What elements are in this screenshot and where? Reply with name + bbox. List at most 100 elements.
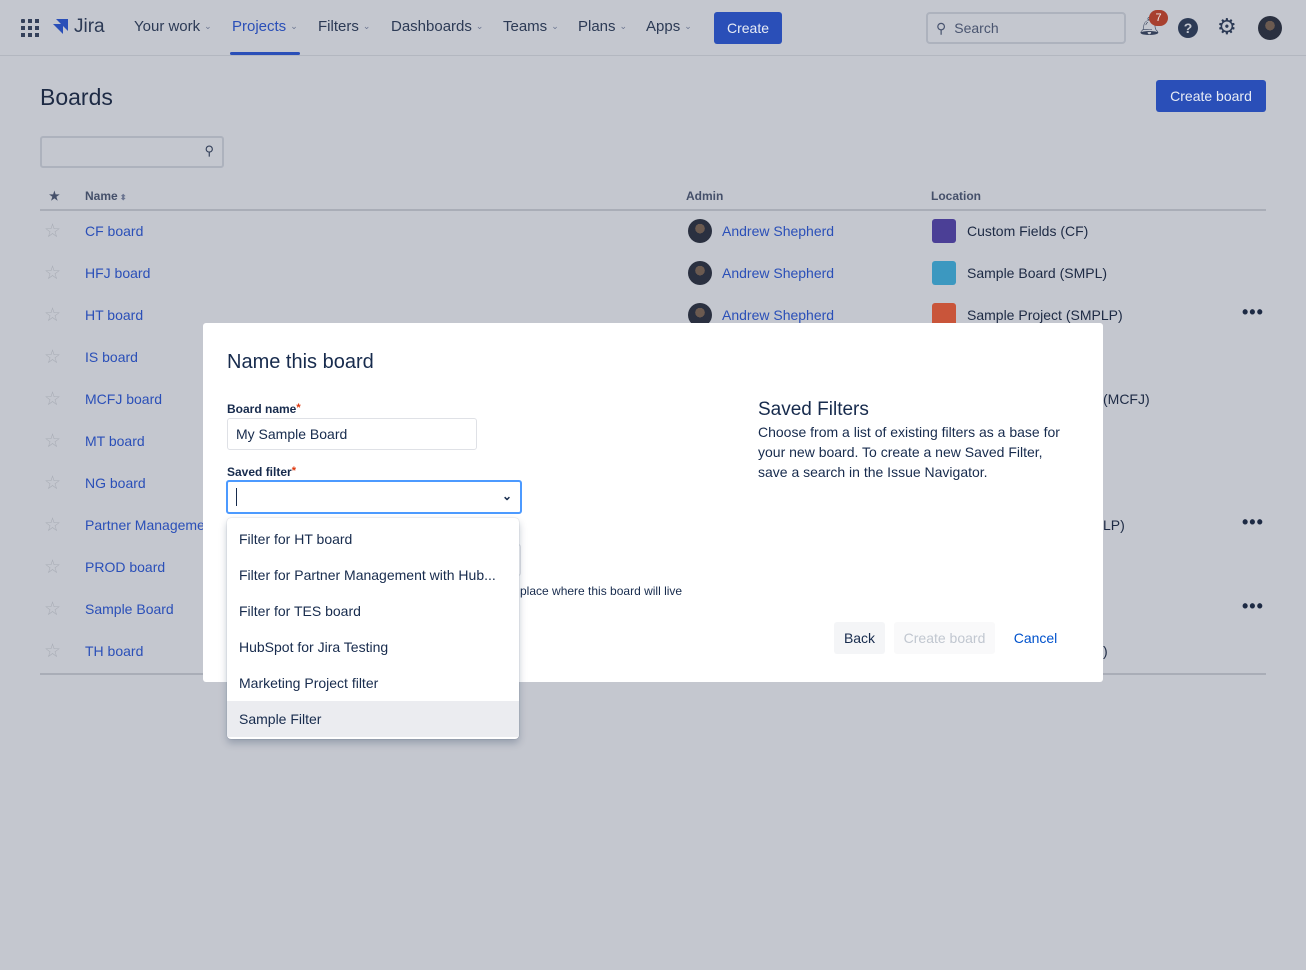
create-board-submit-button[interactable]: Create board [894,622,995,654]
star-icon[interactable]: ☆ [44,388,61,411]
app-switcher-icon[interactable] [21,19,39,37]
back-button[interactable]: Back [834,622,885,654]
location-text: LP) [1103,517,1125,533]
location-column-header: Location [931,189,981,203]
search-placeholder: Search [954,20,999,36]
user-avatar[interactable] [1258,16,1282,40]
nav-plans[interactable]: Plans ⌄ [578,18,627,35]
nav-label: Apps [646,18,681,35]
star-icon[interactable]: ☆ [44,514,61,537]
settings-gear-icon[interactable]: ⚙ [1217,14,1237,40]
board-name-link[interactable]: PROD board [85,559,165,575]
filter-option[interactable]: Sample Filter [227,701,519,737]
project-icon [932,219,956,243]
filter-option[interactable]: Filter for TES board [227,593,519,629]
chevron-down-icon: ⌄ [204,21,212,31]
star-icon[interactable]: ☆ [44,472,61,495]
star-icon[interactable]: ☆ [44,346,61,369]
required-marker: * [296,402,301,414]
board-filter-input[interactable]: ⚲ [40,136,224,168]
filter-option[interactable]: Marketing Project filter [227,665,519,701]
chevron-down-icon: ⌄ [684,21,692,31]
star-icon[interactable]: ☆ [44,220,61,243]
board-name-link[interactable]: IS board [85,349,138,365]
nav-label: Your work [134,18,201,35]
board-name-link[interactable]: Partner Manageme [85,517,205,533]
table-row: ☆ CF board Andrew Shepherd Custom Fields… [40,210,1266,252]
board-name-input[interactable]: My Sample Board [227,418,477,450]
filter-option[interactable]: HubSpot for Jira Testing [227,629,519,665]
location-text: ) [1103,643,1108,659]
name-column-header[interactable]: Name ⬍ [85,189,127,203]
saved-filters-description: Choose from a list of existing filters a… [758,424,1060,480]
chevron-down-icon: ⌄ [475,21,484,31]
search-input[interactable]: ⚲ Search [926,12,1126,44]
nav-label: Projects [232,18,287,35]
board-name-link[interactable]: NG board [85,475,146,491]
filter-option[interactable]: Filter for HT board [227,521,519,557]
location-text: Sample Board (SMPL) [967,265,1108,281]
nav-projects[interactable]: Projects ⌄ [232,18,298,35]
input-value: My Sample Board [236,426,348,442]
nav-label: Dashboards [391,18,472,35]
nav-label: Plans [578,18,616,35]
notification-count-badge: 7 [1149,10,1168,26]
nav-dashboards[interactable]: Dashboards ⌄ [391,18,483,35]
cancel-button[interactable]: Cancel [1004,622,1067,654]
starred-column-header[interactable]: ★ [49,189,60,203]
page-title: Boards [40,84,113,110]
nav-filters[interactable]: Filters ⌄ [318,18,370,35]
nav-apps[interactable]: Apps ⌄ [646,18,692,35]
chevron-down-icon: ⌄ [290,21,298,31]
search-icon: ⚲ [204,143,214,158]
admin-name-link[interactable]: Andrew Shepherd [722,265,834,281]
top-navigation: Jira Your work ⌄ Projects ⌄ Filters ⌄ Dashb… [0,0,1306,56]
admin-name-link[interactable]: Andrew Shepherd [722,223,834,239]
saved-filter-select[interactable]: ⌄ [226,480,522,514]
star-icon[interactable]: ☆ [44,262,61,285]
saved-filter-dropdown: Filter for HT board Filter for Partner Ma… [227,518,519,739]
nav-your-work[interactable]: Your work ⌄ [134,18,212,35]
admin-avatar [688,219,712,243]
board-name-link[interactable]: Sample Board [85,601,174,617]
location-text: Custom Fields (CF) [967,223,1089,239]
board-name-link[interactable]: MT board [85,433,145,449]
board-name-link[interactable]: TH board [85,643,143,659]
create-board-button[interactable]: Create board [1156,80,1266,112]
location-help-text: place where this board will live [520,584,683,598]
admin-name-link[interactable]: Andrew Shepherd [722,307,834,323]
project-icon [932,261,956,285]
active-nav-indicator [230,52,300,55]
more-actions-icon[interactable]: ••• [1242,512,1264,533]
nav-teams[interactable]: Teams ⌄ [503,18,559,35]
label-text: Saved filter [227,465,292,479]
board-name-label: Board name* [227,402,301,416]
more-actions-icon[interactable]: ••• [1242,596,1264,617]
board-name-link[interactable]: HFJ board [85,265,150,281]
chevron-down-icon: ⌄ [362,21,371,31]
star-icon[interactable]: ☆ [44,556,61,579]
location-text: (MCFJ) [1103,391,1150,407]
location-text: Sample Project (SMPLP) [967,307,1123,323]
star-icon[interactable]: ☆ [44,304,61,327]
create-button[interactable]: Create [714,12,782,44]
search-icon: ⚲ [936,19,947,36]
help-icon[interactable]: ? [1178,18,1198,38]
star-icon[interactable]: ☆ [44,640,61,663]
text-cursor [236,488,237,506]
nav-label: Teams [503,18,548,35]
star-icon[interactable]: ☆ [44,598,61,621]
saved-filter-label: Saved filter* [227,465,296,479]
admin-avatar [688,261,712,285]
table-row: ☆ HFJ board Andrew Shepherd Sample Board… [40,252,1266,294]
star-icon[interactable]: ☆ [44,430,61,453]
board-name-link[interactable]: HT board [85,307,143,323]
jira-logo[interactable]: Jira [52,16,105,38]
admin-column-header: Admin [686,189,724,203]
saved-filters-heading: Saved Filters [758,399,869,420]
filter-option[interactable]: Filter for Partner Management with Hub..… [227,557,519,593]
board-name-link[interactable]: CF board [85,223,143,239]
board-name-link[interactable]: MCFJ board [85,391,162,407]
app-name: Jira [74,16,105,37]
more-actions-icon[interactable]: ••• [1242,302,1264,323]
